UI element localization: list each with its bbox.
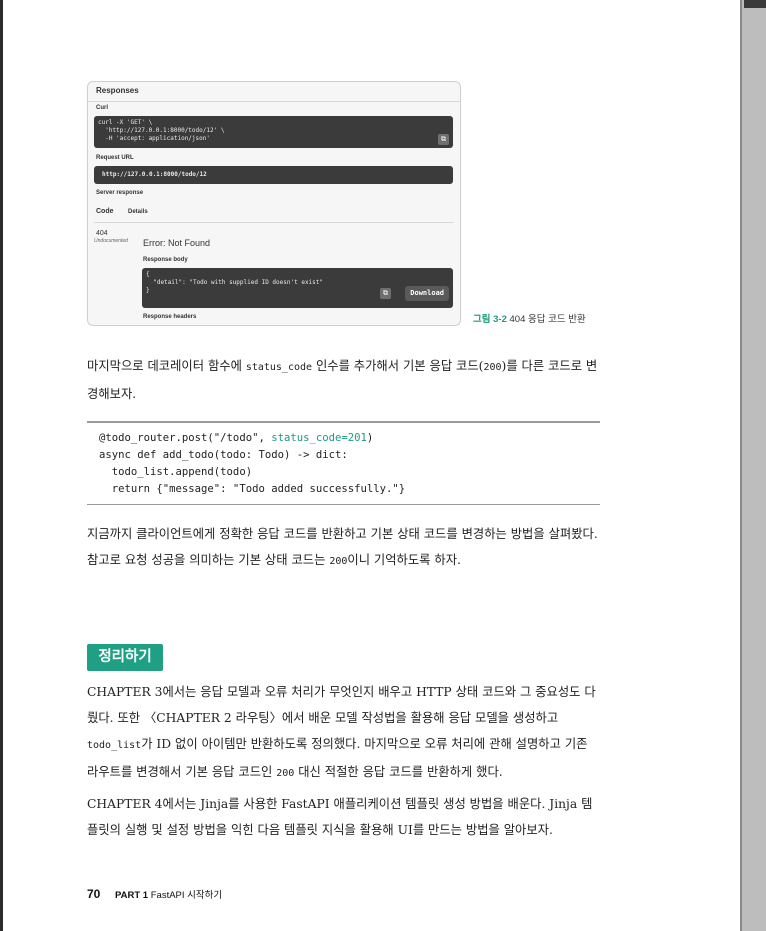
divider	[88, 101, 460, 102]
response-headers-label: Response headers	[143, 314, 197, 320]
request-url-box: http://127.0.0.1:8000/todo/12	[94, 166, 453, 184]
text: 대신 적절한 응답 코드를 반환하게 했다.	[294, 765, 503, 779]
response-screenshot-figure: Responses Curl curl -X 'GET' \ 'http://1…	[87, 81, 461, 326]
code-listing: @todo_router.post("/todo", status_code=2…	[99, 430, 405, 498]
section-title-badge: 정리하기	[87, 644, 163, 671]
request-url: http://127.0.0.1:8000/todo/12	[102, 171, 207, 178]
response-body: { "detail": "Todo with supplied ID doesn…	[146, 271, 324, 295]
code-highlight: status_code=201	[271, 432, 367, 444]
table-divider	[94, 222, 454, 223]
download-button[interactable]: Download	[405, 286, 449, 301]
code-header: Code	[96, 208, 114, 215]
part-title: FastAPI 시작하기	[150, 890, 223, 901]
details-header: Details	[128, 209, 148, 215]
text: 마지막으로 데코레이터 함수에	[87, 359, 246, 373]
figure-caption-text: 404 응답 코드 반환	[509, 314, 586, 325]
inline-code: 200	[483, 362, 502, 373]
text: 이니 기억하도록 하자.	[347, 553, 461, 567]
code-block: @todo_router.post("/todo", status_code=2…	[87, 421, 600, 505]
inline-code: 200	[276, 768, 295, 779]
page-footer: 70 PART 1 FastAPI 시작하기	[87, 887, 222, 901]
copy-icon[interactable]: ⧉	[380, 288, 391, 299]
figure-caption: 그림 3-2 404 응답 코드 반환	[473, 311, 586, 325]
status-code: 404	[96, 230, 108, 237]
part-label: PART 1	[115, 890, 149, 901]
code-line: async def add_todo(todo: Todo) -> dict:	[99, 449, 348, 461]
code-line: )	[366, 432, 374, 444]
code-line: todo_list.append(todo)	[99, 466, 253, 478]
page-corner	[744, 0, 766, 8]
response-body-box: { "detail": "Todo with supplied ID doesn…	[142, 268, 453, 308]
curl-label: Curl	[96, 105, 108, 111]
server-response-label: Server response	[96, 190, 144, 196]
response-body-label: Response body	[143, 257, 188, 263]
page-edge-left	[0, 0, 3, 931]
code-line: return {"message": "Todo added successfu…	[99, 483, 406, 495]
page-edge-right	[740, 0, 766, 931]
curl-code: curl -X 'GET' \ 'http://127.0.0.1:8000/t…	[98, 119, 225, 143]
inline-code: todo_list	[87, 740, 142, 751]
error-text: Error: Not Found	[143, 238, 211, 248]
paragraph-summary: 지금까지 클라이언트에게 정확한 응답 코드를 반환하고 기본 상태 코드를 변…	[87, 521, 602, 575]
undocumented-tag: Undocumented	[94, 238, 128, 244]
code-line: @todo_router.post("/todo",	[99, 432, 272, 444]
request-url-label: Request URL	[96, 155, 134, 161]
paragraph-chapter3-recap: CHAPTER 3에서는 응답 모델과 오류 처리가 무엇인지 배우고 HTTP…	[87, 679, 602, 787]
inline-code: status_code	[245, 362, 313, 373]
page-number: 70	[87, 887, 101, 901]
curl-code-box: curl -X 'GET' \ 'http://127.0.0.1:8000/t…	[94, 116, 453, 148]
paragraph-chapter4-preview: CHAPTER 4에서는 Jinja를 사용한 FastAPI 애플리케이션 템…	[87, 797, 593, 837]
copy-icon[interactable]: ⧉	[438, 134, 449, 145]
paragraph-status-code: 마지막으로 데코레이터 함수에 status_code 인수를 추가해서 기본 …	[87, 353, 602, 407]
text: CHAPTER 3에서는 응답 모델과 오류 처리가 무엇인지 배우고 HTTP…	[87, 685, 596, 725]
text: 인수를 추가해서 기본 응답 코드(	[312, 359, 484, 373]
responses-title: Responses	[96, 86, 139, 95]
figure-number: 그림 3-2	[473, 314, 507, 325]
inline-code: 200	[329, 556, 348, 567]
